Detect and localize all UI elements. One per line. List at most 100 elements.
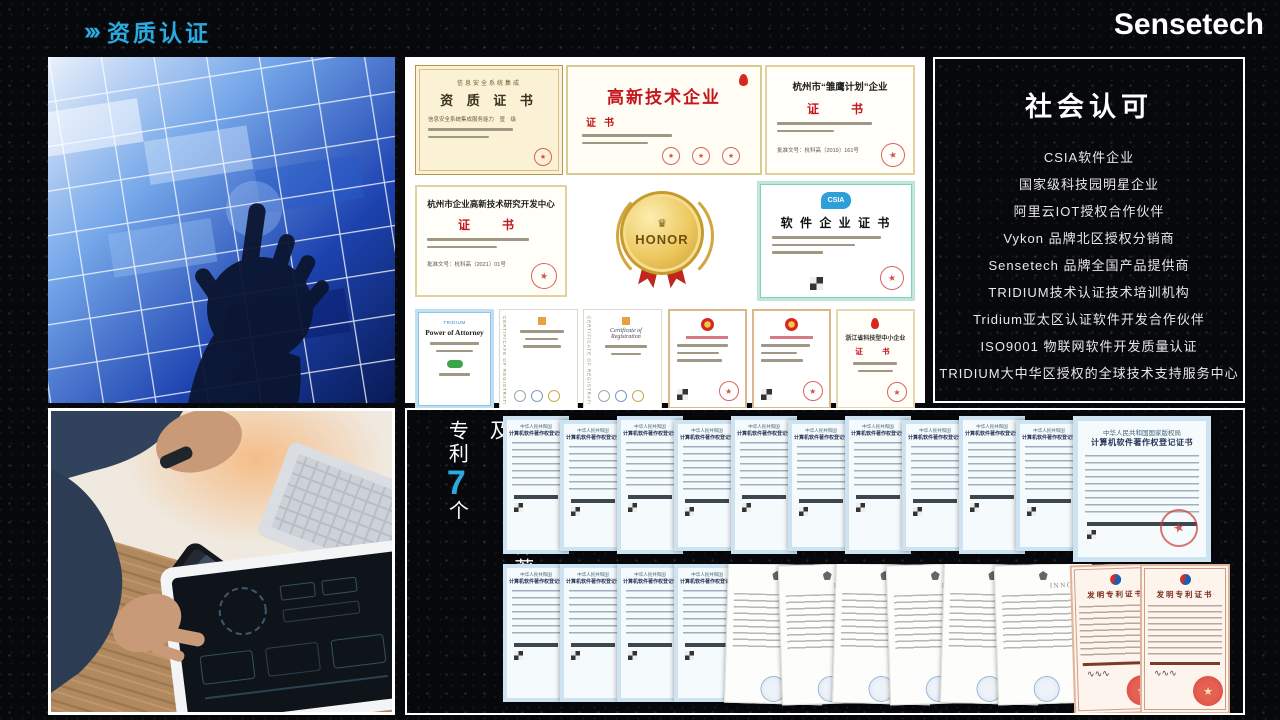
qr-code-icon [628,503,637,512]
social-title: 社会认可 [935,85,1243,124]
social-item: ISO9001 物联网软件开发质量认证 [935,333,1243,360]
red-seal-icon: ★ [692,147,710,165]
business-license-certificate: ★ [668,309,747,409]
cert-subtitle: 证书 [586,114,746,129]
cert-body-lines [626,590,674,638]
blurred-text-bar [761,352,798,355]
red-seals: ★ ★ ★ [662,147,740,165]
cert-body-lines [512,442,560,490]
csia-logo: CSIA [821,192,851,209]
red-seal-icon: ★ [722,147,740,165]
cert-title-bar [686,336,729,339]
cert-title: 计算机软件著作权登记证书 [851,430,905,437]
certificates-panel: 信息安全系统集成 资 质 证 书 信息安全系统集成服务能力 壹 级 ★ 高新技术… [405,57,925,403]
qr-code-icon [514,503,523,512]
blurred-text-bar [605,345,646,348]
red-seal-icon: ★ [878,264,906,292]
cert-body-lines [683,590,731,638]
blurred-text-bar [777,130,834,133]
qr-code-icon [514,651,523,660]
patent-count: 7 [437,466,475,500]
copyright-certificate-large: 中华人民共和国国家版权局计算机软件著作权登记证书★ [1073,416,1211,562]
cert-barcode [799,499,843,503]
blue-seal-icon [1033,676,1060,703]
qr-code-icon [1087,530,1096,539]
qr-code-icon [810,277,823,290]
blurred-text-bar [428,136,489,139]
zhejiang-sme-certificate: 浙江省科技型中小企业 证 书 ★ [836,309,915,409]
qr-code-icon [1027,507,1036,516]
screen-wall-illustration [48,57,395,403]
cert-side-text: CERTIFICATE OF REGISTRATION [586,316,591,404]
blurred-text-bar [427,246,497,249]
registrar-logo-icon [622,317,630,325]
cert-title: 发明专利证书 [1148,589,1222,600]
qr-code-icon [677,389,688,400]
chevrons-icon: ››› [84,19,97,44]
caption-text: 个 [445,500,467,523]
red-stamp-icon: ★ [1193,676,1223,706]
blurred-text-bar [677,344,729,347]
cert-title: 计算机软件著作权登记证书 [680,578,734,585]
power-of-attorney-certificate: TRIDIUM Power of Attorney [415,309,494,409]
blurred-text-bar [582,134,672,137]
cert-title: Power of Attorney [424,328,485,337]
blurred-text-bar [523,345,561,348]
medal-label: HONOR [635,232,688,247]
social-item: 国家级科技园明星企业 [935,171,1243,198]
cert-barcode [742,495,786,499]
cert-header: 信息安全系统集成 [428,78,550,87]
cert-body-lines [1085,455,1199,517]
photo-desk-tablet [48,408,395,715]
cert-title: 计算机软件著作权登记证书 [509,578,563,585]
cert-side-text: CERTIFICATE OF REGISTRATION [502,316,507,404]
red-seal-icon: ★ [662,147,680,165]
page-header: ››› 资质认证 [84,14,211,48]
cert-rule [1150,662,1220,665]
cert-body-lines [740,442,788,490]
qr-code-icon [571,651,580,660]
blurred-text-bar [772,236,881,239]
cert-title: 计算机软件著作权登记证书 [794,434,848,441]
certificates-row-3: TRIDIUM Power of Attorney CERTIFICATE OF… [415,309,915,409]
qr-code-icon [685,651,694,660]
blurred-text-bar [611,353,641,356]
red-seal-icon: ★ [887,382,907,402]
cert-title: 计算机软件著作权登记证书 [566,578,620,585]
accreditation-seals [514,390,560,402]
cert-authority: 中华人民共和国国家版权局 [1082,427,1202,437]
cert-barcode [685,643,729,647]
cert-title: 资 质 证 书 [428,90,550,109]
cert-subtitle: 证 书 [844,346,907,357]
cert-barcode [628,495,672,499]
cert-title: Certificate of Registration [596,328,655,340]
cert-title: 计算机软件著作权登记证书 [908,434,962,441]
blurred-text-bar [427,238,529,241]
blurred-text-bar [436,350,473,353]
copyright-certificates-strip: 中华人民共和国计算机软件著作权登记证书中华人民共和国计算机软件著作权登记证书中华… [503,416,1239,563]
blurred-text-bar [582,142,648,145]
cert-barcode [685,499,729,503]
coat-of-arms-icon [1039,571,1048,580]
cert-barcode [1027,499,1071,503]
photo-screen-wall [48,57,395,403]
cert-subtitle: 证 书 [427,216,555,233]
social-list: CSIA软件企业国家级科技园明星企业阿里云IOT授权合作伙伴Vykon 品牌北区… [935,144,1243,387]
blurred-text-bar [853,362,897,365]
seal-icon [615,390,627,402]
blurred-text-bar [677,352,720,355]
qr-code-icon [761,389,772,400]
patent-certificates-strip: 中华人民共和国计算机软件著作权登记证书中华人民共和国计算机软件著作权登记证书中华… [503,564,1239,713]
cert-barcode [514,643,558,647]
cert-title: 计算机软件著作权登记证书 [623,430,677,437]
qr-code-icon [970,503,979,512]
blurred-text-bar [520,330,564,333]
cert-title: 高新技术企业 [582,83,746,108]
caption-text: 专利 [445,420,467,466]
rnd-center-certificate: 杭州市企业高新技术研究开发中心 证 书 批准文号：杭科高〔2021〕01号 ★ [415,185,567,297]
cert-title: 软 件 企 业 证 书 [772,214,900,231]
red-seal-icon: ★ [719,381,739,401]
cert-line: 信息安全系统集成服务能力 壹 级 [428,115,550,123]
tridium-label: TRIDIUM [424,320,485,325]
cert-body-lines [569,590,617,638]
